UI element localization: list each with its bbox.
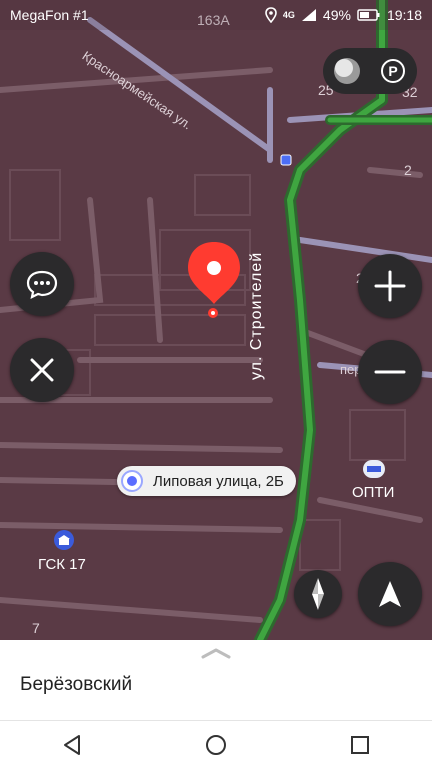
recents-button[interactable] bbox=[340, 725, 380, 765]
bottom-sheet[interactable]: Берёзовский bbox=[0, 640, 432, 720]
back-button[interactable] bbox=[52, 725, 92, 765]
back-triangle-icon bbox=[64, 735, 80, 755]
close-icon bbox=[1, 642, 11, 652]
recents-square-icon bbox=[351, 736, 369, 754]
compass-icon bbox=[312, 578, 324, 610]
home-circle-icon bbox=[206, 735, 226, 755]
map-pin-icon bbox=[188, 242, 240, 318]
place-title: Берёзовский bbox=[20, 674, 133, 695]
shop-icon bbox=[363, 460, 385, 478]
navigation-arrow-icon bbox=[379, 581, 401, 607]
house-number-label: 2 bbox=[404, 162, 412, 178]
parking-button[interactable]: P bbox=[375, 53, 411, 89]
status-bar: MegaFon #1 4G 49% 19:18 bbox=[0, 0, 432, 30]
plus-icon bbox=[374, 270, 406, 302]
chat-button[interactable] bbox=[10, 252, 74, 316]
system-navigation-bar bbox=[0, 720, 432, 769]
my-location-button[interactable] bbox=[358, 562, 422, 626]
carrier-name: MegaFon #1 bbox=[10, 7, 89, 23]
address-chip[interactable]: Липовая улица, 2Б bbox=[117, 466, 296, 496]
signal-icon bbox=[301, 9, 316, 21]
close-icon bbox=[30, 358, 54, 382]
layers-icon bbox=[334, 58, 360, 84]
battery-percent: 49% bbox=[322, 7, 351, 23]
poi-opti[interactable]: ОПТИ bbox=[352, 460, 412, 510]
minus-icon bbox=[374, 370, 406, 374]
map-view[interactable]: 163А Красноармейская ул. ул. Строителей … bbox=[0, 0, 432, 640]
garage-icon bbox=[54, 530, 74, 550]
zoom-out-button[interactable] bbox=[358, 340, 422, 404]
close-map-button[interactable] bbox=[10, 338, 74, 402]
street-label-stroiteley: ул. Строителей bbox=[248, 251, 265, 380]
location-pin[interactable] bbox=[184, 240, 244, 320]
location-dot-icon bbox=[121, 470, 143, 492]
home-button[interactable] bbox=[196, 725, 236, 765]
chevron-up-icon[interactable] bbox=[200, 646, 232, 660]
battery-icon bbox=[357, 9, 380, 21]
poi-gsk[interactable]: ГСК 17 bbox=[38, 530, 98, 580]
address-chip-label: Липовая улица, 2Б bbox=[153, 472, 284, 490]
poi-opti-label: ОПТИ bbox=[352, 484, 395, 501]
house-number-label: 7 bbox=[32, 620, 40, 636]
layers-button[interactable] bbox=[329, 53, 365, 89]
poi-gsk-label: ГСК 17 bbox=[38, 556, 86, 573]
compass-button[interactable] bbox=[294, 570, 342, 618]
location-icon bbox=[265, 7, 277, 23]
map-layer-controls: P bbox=[323, 48, 417, 94]
clock: 19:18 bbox=[386, 7, 422, 23]
parking-icon: P bbox=[381, 59, 405, 83]
clear-place-button[interactable] bbox=[0, 640, 28, 668]
zoom-in-button[interactable] bbox=[358, 254, 422, 318]
network-type: 4G bbox=[282, 10, 295, 20]
chat-bubble-icon bbox=[26, 270, 58, 299]
